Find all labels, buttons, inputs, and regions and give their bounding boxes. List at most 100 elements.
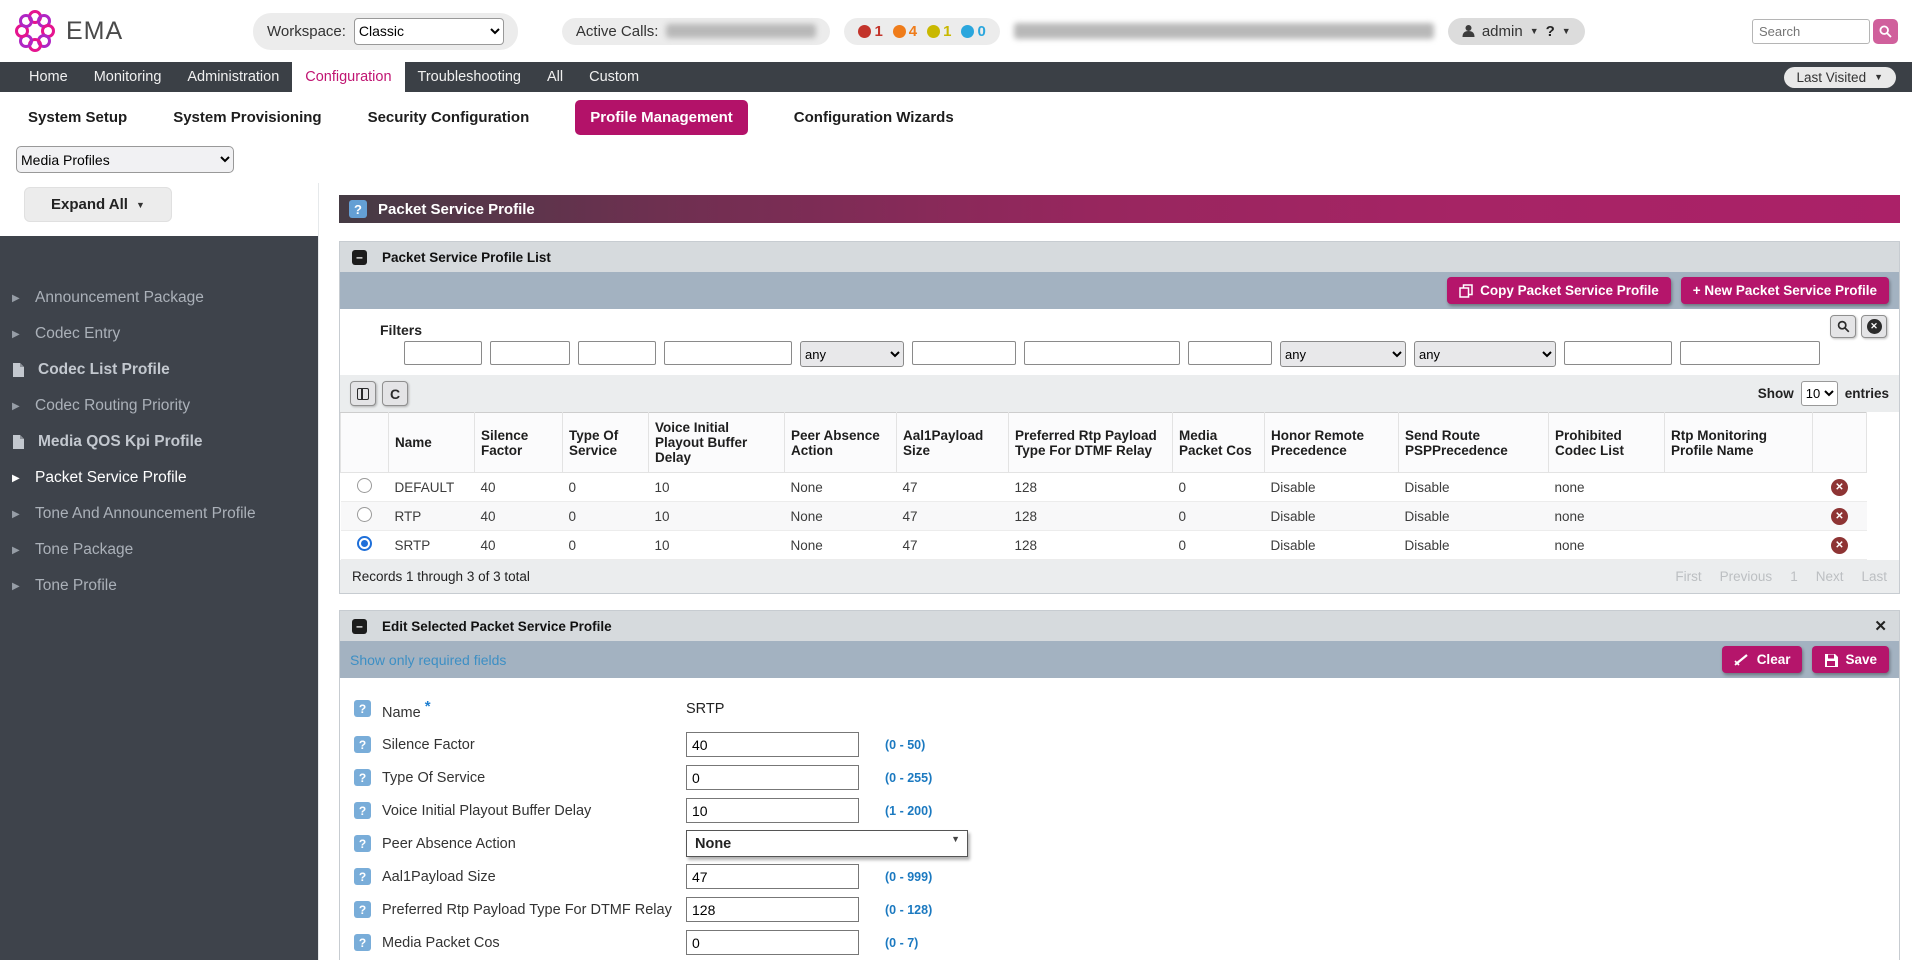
filter-input-5[interactable]: [912, 341, 1016, 365]
nav-item-troubleshooting[interactable]: Troubleshooting: [405, 62, 534, 92]
column-header-type-of-service[interactable]: Type Of Service: [563, 413, 649, 473]
column-header-silence-factor[interactable]: Silence Factor: [475, 413, 563, 473]
column-picker-button[interactable]: [350, 381, 376, 406]
delete-row-icon[interactable]: ✕: [1831, 508, 1848, 525]
page-help-icon[interactable]: ?: [349, 200, 367, 218]
filter-input-10[interactable]: [1564, 341, 1672, 365]
collapse-edit-panel-icon[interactable]: –: [352, 619, 367, 634]
column-header-media-packet-cos[interactable]: Media Packet Cos: [1173, 413, 1265, 473]
field-input-aal1payload-size[interactable]: [686, 864, 859, 889]
filter-input-2[interactable]: [578, 341, 656, 365]
cell-1-1: 40: [475, 502, 563, 531]
refresh-button[interactable]: C: [382, 381, 408, 406]
sidebar-item-tone-package[interactable]: ▶Tone Package: [0, 532, 318, 568]
field-help-icon[interactable]: ?: [354, 769, 371, 786]
column-header-name[interactable]: Name: [389, 413, 475, 473]
field-input-voice-initial-playout-buffer-delay[interactable]: [686, 798, 859, 823]
global-search-input[interactable]: [1752, 19, 1870, 44]
filter-input-11[interactable]: [1680, 341, 1820, 365]
filter-input-1[interactable]: [490, 341, 570, 365]
help-menu-icon[interactable]: ?: [1546, 23, 1555, 40]
cell-0-4: None: [785, 473, 897, 502]
workspace-select[interactable]: Classic: [354, 18, 504, 45]
column-header-prohibited-codec-list[interactable]: Prohibited Codec List: [1549, 413, 1665, 473]
subnav-item-configuration-wizards[interactable]: Configuration Wizards: [794, 109, 954, 126]
subnav-item-profile-management[interactable]: Profile Management: [575, 100, 748, 135]
user-menu[interactable]: admin ▼ ? ▼: [1448, 18, 1585, 45]
nav-item-custom[interactable]: Custom: [576, 62, 652, 92]
new-profile-button[interactable]: + New Packet Service Profile: [1681, 277, 1889, 304]
pagination-previous[interactable]: Previous: [1720, 569, 1773, 584]
subnav-item-system-provisioning[interactable]: System Provisioning: [173, 109, 321, 126]
sidebar-item-tone-and-announcement-profile[interactable]: ▶Tone And Announcement Profile: [0, 496, 318, 532]
column-header-aal1payload-size[interactable]: Aal1Payload Size: [897, 413, 1009, 473]
pagination-next[interactable]: Next: [1816, 569, 1844, 584]
sidebar-item-codec-entry[interactable]: ▶Codec Entry: [0, 316, 318, 352]
column-header-preferred-rtp-payload-type-for-dtmf-relay[interactable]: Preferred Rtp Payload Type For DTMF Rela…: [1009, 413, 1173, 473]
field-input-media-packet-cos[interactable]: [686, 930, 859, 955]
form-row-media-packet-cos: ?Media Packet Cos(0 - 7): [354, 926, 1899, 959]
profile-category-select[interactable]: Media Profiles: [16, 146, 234, 173]
sidebar-item-codec-routing-priority[interactable]: ▶Codec Routing Priority: [0, 388, 318, 424]
delete-row-icon[interactable]: ✕: [1831, 537, 1848, 554]
filter-input-3[interactable]: [664, 341, 792, 365]
global-search-button[interactable]: [1873, 19, 1898, 44]
nav-item-home[interactable]: Home: [16, 62, 81, 92]
field-input-preferred-rtp-payload-type-for-dtmf-relay[interactable]: [686, 897, 859, 922]
page-size-select[interactable]: 10: [1801, 381, 1838, 406]
delete-row-icon[interactable]: ✕: [1831, 479, 1848, 496]
nav-item-monitoring[interactable]: Monitoring: [81, 62, 175, 92]
filter-select-9[interactable]: any: [1414, 341, 1556, 367]
expand-all-button[interactable]: Expand All ▼: [24, 187, 172, 222]
cell-1-5: 47: [897, 502, 1009, 531]
row-radio-rtp[interactable]: [357, 507, 372, 522]
filter-select-4[interactable]: any: [800, 341, 904, 367]
field-select-peer-absence-action[interactable]: None▼: [686, 830, 968, 857]
nav-item-configuration[interactable]: Configuration: [292, 62, 404, 92]
field-help-icon[interactable]: ?: [354, 835, 371, 852]
field-input-silence-factor[interactable]: [686, 732, 859, 757]
clear-button[interactable]: Clear: [1722, 646, 1803, 673]
column-header-send-route-pspprecedence[interactable]: Send Route PSPPrecedence: [1399, 413, 1549, 473]
field-input-type-of-service[interactable]: [686, 765, 859, 790]
column-header-honor-remote-precedence[interactable]: Honor Remote Precedence: [1265, 413, 1399, 473]
sidebar-item-codec-list-profile[interactable]: Codec List Profile: [0, 352, 318, 388]
sidebar-item-packet-service-profile[interactable]: ▶Packet Service Profile: [0, 460, 318, 496]
sidebar-item-announcement-package[interactable]: ▶Announcement Package: [0, 280, 318, 316]
form-label-wrap-voice-initial-playout-buffer-delay: ?Voice Initial Playout Buffer Delay: [354, 802, 686, 819]
nav-item-all[interactable]: All: [534, 62, 576, 92]
pagination-1[interactable]: 1: [1790, 569, 1798, 584]
field-help-icon[interactable]: ?: [354, 700, 371, 717]
user-icon: [1462, 24, 1475, 38]
filter-select-8[interactable]: any: [1280, 341, 1406, 367]
column-header-rtp-monitoring-profile-name[interactable]: Rtp Monitoring Profile Name: [1665, 413, 1813, 473]
copy-profile-button[interactable]: Copy Packet Service Profile: [1447, 277, 1671, 304]
field-help-icon[interactable]: ?: [354, 901, 371, 918]
filter-input-6[interactable]: [1024, 341, 1180, 365]
field-help-icon[interactable]: ?: [354, 868, 371, 885]
row-radio-default[interactable]: [357, 478, 372, 493]
column-header-voice-initial-playout-buffer-delay[interactable]: Voice Initial Playout Buffer Delay: [649, 413, 785, 473]
last-visited-dropdown[interactable]: Last Visited ▼: [1784, 67, 1896, 88]
clear-filters-button[interactable]: ✕: [1861, 315, 1887, 338]
subnav-item-system-setup[interactable]: System Setup: [28, 109, 127, 126]
show-required-link[interactable]: Show only required fields: [350, 652, 506, 668]
collapse-list-panel-icon[interactable]: –: [352, 250, 367, 265]
field-help-icon[interactable]: ?: [354, 934, 371, 951]
column-header-peer-absence-action[interactable]: Peer Absence Action: [785, 413, 897, 473]
close-edit-panel-icon[interactable]: ✕: [1874, 617, 1887, 635]
subnav-item-security-configuration[interactable]: Security Configuration: [368, 109, 530, 126]
pagination: First Previous 1 Next Last: [1675, 569, 1887, 584]
sidebar-item-tone-profile[interactable]: ▶Tone Profile: [0, 568, 318, 604]
row-radio-srtp[interactable]: [357, 536, 372, 551]
field-help-icon[interactable]: ?: [354, 736, 371, 753]
pagination-first[interactable]: First: [1675, 569, 1701, 584]
filter-input-0[interactable]: [404, 341, 482, 365]
apply-filters-button[interactable]: [1830, 315, 1856, 338]
filter-input-7[interactable]: [1188, 341, 1272, 365]
field-help-icon[interactable]: ?: [354, 802, 371, 819]
pagination-last[interactable]: Last: [1861, 569, 1887, 584]
save-button[interactable]: Save: [1812, 646, 1889, 673]
sidebar-item-media-qos-kpi-profile[interactable]: Media QOS Kpi Profile: [0, 424, 318, 460]
nav-item-administration[interactable]: Administration: [174, 62, 292, 92]
